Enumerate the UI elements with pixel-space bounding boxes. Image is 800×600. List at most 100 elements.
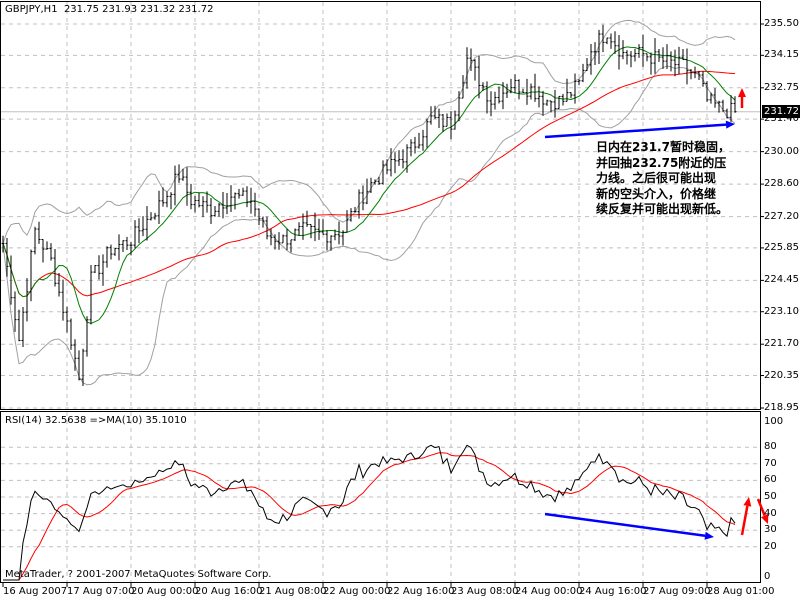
ohlc-bar [17,309,21,342]
ohlc-bar [613,31,617,54]
ohlc-bar [253,192,257,217]
ohlc-bar [413,136,417,154]
ohlc-bar [497,86,501,104]
ohlc-bar [693,66,697,79]
ohlc-bar [77,350,81,381]
ohlc-bar [201,196,205,218]
time-label: 16 Aug 2007 [3,586,68,597]
rsi-tick-label: 100 [764,416,784,427]
ohlc-bar [585,58,589,71]
ohlc-bar [565,78,569,102]
ohlc-bar [169,192,173,210]
ohlc-bar [285,229,289,251]
price-tick-label: 225.85 [764,241,799,253]
chart-canvas[interactable] [0,0,800,600]
ohlc-bar [473,59,477,81]
ohlc-bar [425,118,429,148]
ohlc-bar [297,222,301,236]
rsi-tick-label: 20 [764,540,777,552]
ohlc-bar [37,221,41,244]
ohlc-bar [149,212,153,221]
ohlc-bar [569,92,573,99]
ohlc-bar [421,129,425,151]
ohlc-bar [237,188,241,199]
rsi-divergence-trendline-arrow [544,512,714,540]
ohlc-bar [721,99,725,112]
ohlc-bar [573,73,577,104]
ohlc-bar [625,50,629,65]
ohlc-bar [209,197,213,225]
ohlc-bar [173,165,177,206]
ohlc-bar [177,164,181,183]
ohlc-bar [365,178,369,205]
rsi-tick-label: 0 [764,571,771,582]
rsi-tick-label: 70 [764,457,777,469]
ohlc-bar [461,75,465,99]
ohlc-bar [69,318,73,350]
ohlc-bar [441,114,445,132]
ohlc-values: 231.75 231.93 231.32 231.72 [63,4,214,15]
ohlc-bar [109,244,113,260]
rsi-up-arrow [740,497,752,536]
price-tick-label: 218.95 [764,402,799,413]
ohlc-bar [217,202,221,217]
ohlc-bar [141,216,145,237]
time-label: 23 Aug 08:00 [451,586,519,597]
ohlc-bar [241,187,245,196]
price-tick-label: 221.70 [764,338,799,350]
ohlc-bar [417,132,421,149]
ohlc-bar [97,255,101,280]
ohlc-bar [457,91,461,122]
ohlc-bar [505,83,509,98]
ohlc-bar [637,44,641,58]
ohlc-bar [229,185,233,212]
time-label: 22 Aug 00:00 [323,586,391,597]
time-label: 20 Aug 16:00 [195,586,263,597]
ohlc-bar [277,232,281,250]
ohlc-bar [157,190,161,225]
rsi-ma-line [3,452,736,581]
ohlc-bar [309,223,313,239]
ohlc-bar [665,44,669,69]
ohlc-bar [589,43,593,75]
rsi-tick-label: 60 [764,474,777,486]
ohlc-bar [489,91,493,117]
price-tick-label: 227.20 [764,210,799,222]
ohlc-bar [477,56,481,99]
ohlc-bar [485,81,489,114]
ohlc-bar [385,159,389,175]
price-tick-label: 232.75 [764,81,799,93]
bollinger-lower-line [2,65,736,386]
price-tick-label: 223.10 [764,305,799,317]
note-line: 日内在231.7暂时稳固， [596,140,730,154]
rsi-tick-label: 80 [764,441,777,453]
note-line: 续反复并可能出现新低。 [596,202,729,216]
ohlc-bar [165,191,169,208]
ohlc-bar [345,210,349,233]
ohlc-bar [609,33,613,49]
ohlc-bar [185,167,189,206]
ohlc-bar [617,35,621,70]
ohlc-bar [449,111,453,140]
rsi-line [3,444,736,581]
ohlc-bar [113,248,117,256]
ohlc-bar [577,79,581,85]
ohlc-bar [289,239,293,253]
note-line: 并回抽232.75附近的压 [596,155,727,170]
ohlc-bar [677,46,681,75]
ohlc-bar [725,108,729,119]
chart-window: GBPJPY,H1 231.75 231.93 231.32 231.72 RS… [0,0,800,600]
ohlc-bar [393,152,397,174]
symbol-label: GBPJPY,H1 [5,4,58,15]
ohlc-bar [669,51,673,72]
ohlc-bar [53,248,57,287]
ohlc-bar [553,89,557,118]
ohlc-bar [33,226,37,255]
ohlc-bar [601,24,605,53]
price-tick-label: 230.00 [764,145,799,157]
ohlc-bar [125,236,129,251]
rsi-tick-label: 40 [764,507,777,519]
ohlc-bar [57,273,61,297]
ohlc-bar [701,71,705,87]
ohlc-bar [537,86,541,108]
